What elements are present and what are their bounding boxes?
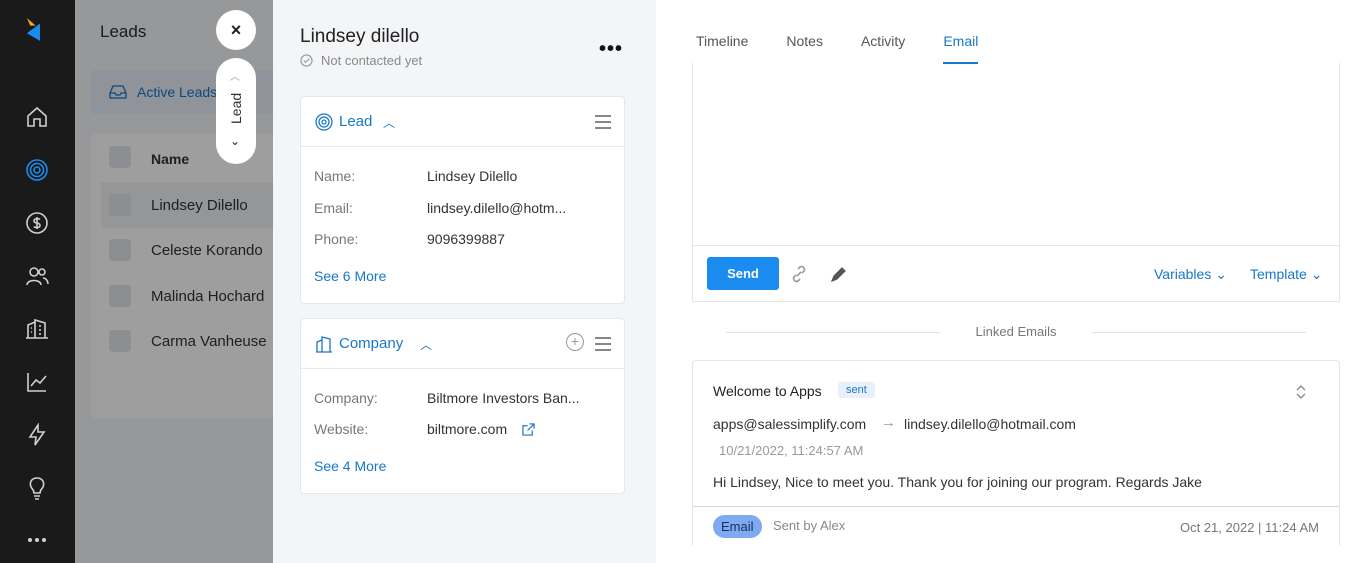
companies-building-icon[interactable] (24, 316, 50, 342)
close-button[interactable]: × (216, 10, 256, 50)
record-side-tab[interactable]: ︿ Lead ⌄ (216, 58, 256, 164)
lead-detail-panel: Lindsey dilello Not contacted yet ••• Le… (273, 0, 656, 563)
email-type-pill: Email (713, 515, 762, 538)
see-more-company-link[interactable]: See 4 More (314, 458, 386, 474)
app-logo[interactable] (22, 18, 52, 62)
target-icon (315, 113, 333, 131)
more-options-button[interactable]: ••• (599, 38, 623, 61)
field-label: Name: (314, 168, 356, 184)
email-card-footer: Email Sent by Alex Oct 21, 2022 | 11:24 … (693, 506, 1339, 548)
activity-panel: Timeline Notes Activity Email Send Varia… (656, 0, 1365, 563)
tab-activity[interactable]: Activity (861, 0, 905, 64)
arrow-right-icon: → (881, 414, 896, 431)
building-icon (316, 336, 332, 353)
check-circle-icon (300, 54, 313, 67)
ideas-bulb-icon[interactable] (24, 475, 50, 501)
email-timestamp: Oct 21, 2022 | 11:24 AM (1179, 520, 1319, 535)
company-card: Company ︿ + Company: Biltmore Investors … (300, 318, 625, 494)
field-label: Website: (314, 421, 369, 437)
lead-status[interactable]: Not contacted yet (300, 53, 422, 68)
chevron-up-icon[interactable]: ︿ (383, 114, 395, 131)
tab-timeline[interactable]: Timeline (696, 0, 748, 64)
lead-status-text: Not contacted yet (321, 53, 423, 68)
email-to: lindsey.dilello@hotmail.com (904, 416, 1076, 432)
linked-email-card[interactable]: Welcome to Apps sent apps@salessimplify.… (692, 360, 1340, 548)
variables-dropdown[interactable]: Variables ⌄ (1154, 266, 1227, 283)
side-tab-label: Lead (228, 92, 244, 124)
field-value-company[interactable]: Biltmore Investors Ban... (427, 390, 580, 406)
chevron-up-icon[interactable]: ︿ (420, 336, 432, 353)
email-body: Hi Lindsey, Nice to meet you. Thank you … (713, 474, 1202, 490)
chevron-down-icon: ⌄ (1215, 266, 1227, 282)
add-circle-icon[interactable]: + (566, 333, 584, 351)
signature-pen-icon[interactable] (829, 264, 849, 284)
email-sender: Sent by Alex (773, 518, 846, 533)
email-body-editor[interactable] (693, 63, 1339, 246)
chevron-down-icon[interactable]: ⌄ (230, 134, 240, 148)
tab-bar: Timeline Notes Activity Email (696, 0, 979, 64)
field-value-name[interactable]: Lindsey Dilello (427, 168, 517, 184)
link-icon[interactable] (789, 264, 809, 284)
lead-card-header[interactable]: Lead ︿ (301, 97, 624, 147)
see-more-lead-link[interactable]: See 6 More (314, 268, 386, 284)
linked-emails-divider: Linked Emails (726, 324, 1306, 339)
company-card-title: Company (339, 335, 404, 352)
template-dropdown[interactable]: Template ⌄ (1250, 266, 1322, 283)
chevron-down-icon: ⌄ (1310, 266, 1323, 282)
contacts-people-icon[interactable] (24, 263, 50, 289)
email-composer: Send Variables ⌄ Template ⌄ (692, 63, 1340, 302)
chevron-up-icon[interactable]: ︿ (230, 68, 240, 83)
field-label: Phone: (314, 231, 359, 247)
field-value-email[interactable]: lindsey.dilello@hotm... (427, 200, 566, 216)
company-card-header[interactable]: Company ︿ + (301, 319, 624, 369)
home-icon[interactable] (24, 104, 50, 130)
drag-menu-icon[interactable] (595, 337, 611, 351)
template-label: Template (1250, 266, 1307, 282)
external-link-icon[interactable] (522, 423, 535, 436)
variables-label: Variables (1154, 266, 1212, 282)
main-nav (0, 0, 75, 563)
leads-target-icon[interactable] (24, 157, 50, 183)
lead-name: Lindsey dilello (300, 26, 420, 47)
lead-card-title: Lead (339, 113, 373, 130)
tab-notes[interactable]: Notes (786, 0, 823, 64)
more-dots-icon[interactable] (24, 527, 50, 553)
field-value-phone[interactable]: 9096399887 (427, 231, 505, 247)
status-badge: sent (838, 382, 875, 398)
expand-toggle-icon[interactable] (1295, 385, 1307, 399)
tab-email[interactable]: Email (943, 0, 979, 64)
reports-chart-icon[interactable] (24, 369, 50, 395)
field-value-website[interactable]: biltmore.com (427, 421, 507, 437)
automation-bolt-icon[interactable] (24, 422, 50, 448)
field-label: Company: (314, 390, 378, 406)
email-from: apps@salessimplify.com (713, 416, 867, 432)
drag-menu-icon[interactable] (595, 115, 611, 129)
send-button[interactable]: Send (707, 257, 779, 290)
field-label: Email: (314, 200, 353, 216)
email-date: 10/21/2022, 11:24:57 AM (719, 443, 864, 458)
deals-dollar-icon[interactable] (24, 210, 50, 236)
email-subject: Welcome to Apps (713, 383, 822, 399)
lead-card: Lead ︿ Name: Lindsey Dilello Email: lind… (300, 96, 625, 304)
